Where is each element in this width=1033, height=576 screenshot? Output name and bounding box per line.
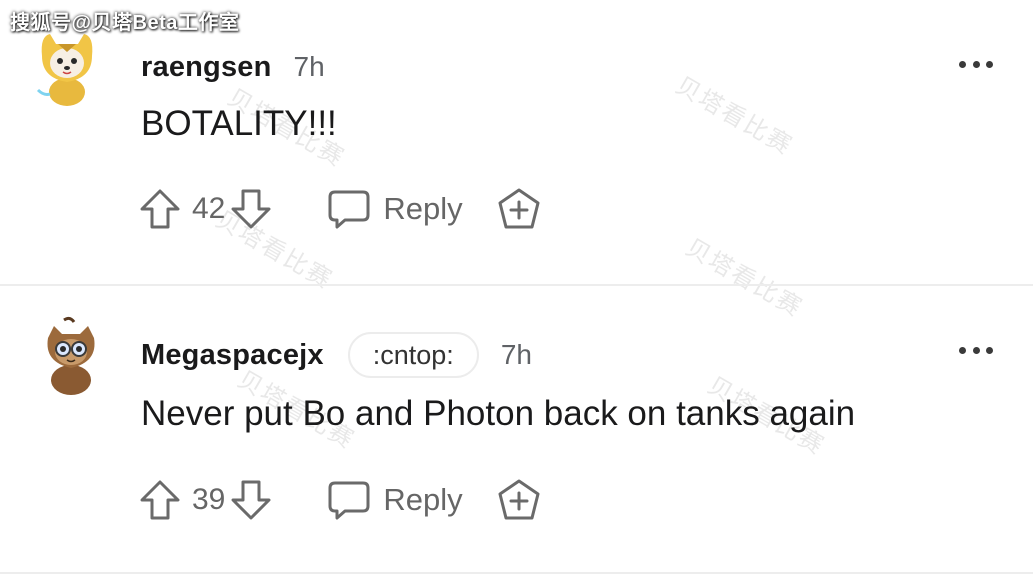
reply-button[interactable]: Reply [327, 188, 463, 230]
username[interactable]: raengsen [141, 51, 272, 84]
more-options-icon[interactable] [959, 345, 993, 355]
award-icon[interactable] [497, 478, 541, 522]
upvote-icon[interactable] [138, 188, 182, 230]
reply-bubble-icon [327, 188, 371, 230]
source-watermark: 搜狐号@贝塔Beta工作室 [10, 12, 240, 34]
upvote-icon[interactable] [138, 479, 182, 521]
avatar[interactable] [36, 30, 98, 106]
vote-count: 39 [192, 483, 226, 516]
reply-button[interactable]: Reply [327, 479, 463, 521]
avatar[interactable] [42, 316, 100, 396]
comment-meta: raengsen 7h [141, 45, 325, 89]
timestamp: 7h [500, 339, 532, 370]
comment-text: BOTALITY!!! [141, 104, 337, 143]
comment-actions: 42 Reply [138, 185, 541, 233]
downvote-icon[interactable] [229, 188, 273, 230]
user-flair: :cntop: [347, 332, 479, 378]
downvote-icon[interactable] [229, 479, 273, 521]
reply-bubble-icon [327, 479, 371, 521]
comment-text: Never put Bo and Photon back on tanks ag… [141, 394, 856, 433]
more-options-icon[interactable] [959, 59, 993, 69]
comment-actions: 39 Reply [138, 476, 541, 524]
reply-label: Reply [383, 191, 463, 226]
username[interactable]: Megaspacejx [141, 339, 324, 372]
timestamp: 7h [293, 51, 325, 82]
reply-label: Reply [383, 482, 463, 517]
comment: Megaspacejx :cntop: 7h Never put Bo and … [0, 286, 1033, 571]
comment-meta: Megaspacejx :cntop: 7h [141, 332, 532, 378]
divider [0, 572, 1033, 574]
comment-thread: 搜狐号@贝塔Beta工作室 贝塔看比赛 贝塔看比赛 贝塔看比赛 贝塔看比赛 贝塔… [0, 0, 1033, 576]
vote-count: 42 [192, 192, 226, 225]
award-icon[interactable] [497, 187, 541, 231]
comment: raengsen 7h BOTALITY!!! 42 Reply [0, 0, 1033, 285]
